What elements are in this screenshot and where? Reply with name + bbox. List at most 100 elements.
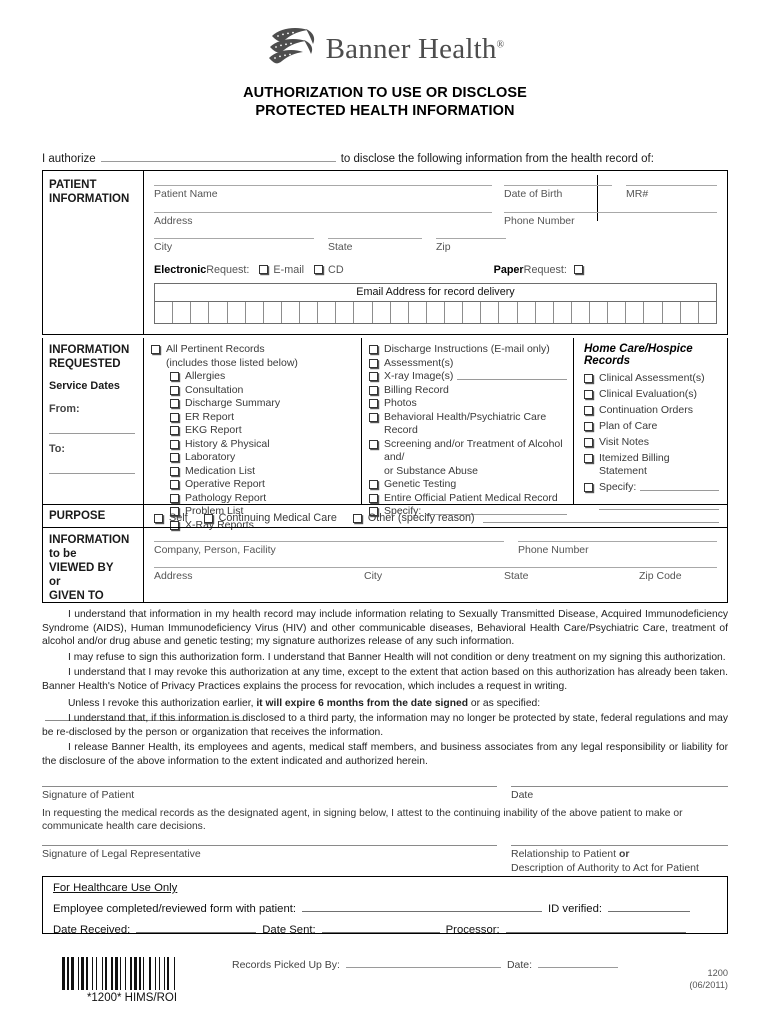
record-type-checkbox[interactable] — [170, 385, 179, 395]
email-grid-cell[interactable] — [463, 301, 482, 323]
home-care-record-item[interactable]: Continuation Orders — [584, 404, 719, 417]
record-type-item[interactable]: Behavioral Health/Psychiatric Care Recor… — [369, 411, 567, 438]
home-care-record-checkbox[interactable] — [584, 374, 593, 383]
email-grid-cell[interactable] — [681, 301, 699, 323]
record-type-item[interactable]: Discharge Summary — [170, 397, 357, 411]
email-grid-cell[interactable] — [626, 301, 645, 323]
email-grid-cell[interactable] — [155, 301, 174, 323]
email-grid-cell[interactable] — [518, 301, 536, 323]
phone-number-input[interactable] — [504, 211, 717, 213]
company-input[interactable] — [154, 541, 504, 542]
purpose-other-input[interactable] — [482, 513, 719, 523]
record-type-checkbox[interactable] — [170, 439, 179, 449]
home-care-record-checkbox[interactable] — [584, 454, 593, 464]
record-type-item[interactable]: Assessment(s) — [369, 357, 567, 371]
record-type-checkbox[interactable] — [170, 399, 179, 409]
email-checkbox[interactable] — [259, 265, 269, 275]
email-grid-cell[interactable] — [191, 301, 210, 323]
home-care-record-checkbox[interactable] — [584, 422, 593, 432]
record-type-checkbox[interactable] — [369, 345, 378, 354]
purpose-self-checkbox[interactable] — [154, 513, 163, 523]
employee-review-input[interactable] — [302, 900, 542, 912]
record-type-checkbox[interactable] — [369, 372, 378, 382]
mr-number-input[interactable] — [626, 185, 717, 186]
date-received-input[interactable] — [136, 921, 257, 933]
record-type-item[interactable]: Operative Report — [170, 478, 357, 492]
email-grid-cell[interactable] — [663, 301, 681, 323]
record-type-item[interactable]: Genetic Testing — [369, 478, 567, 492]
home-care-record-checkbox[interactable] — [584, 438, 593, 448]
address-input[interactable] — [154, 211, 492, 213]
record-type-item[interactable]: Entire Official Patient Medical Record — [369, 492, 567, 506]
paper-checkbox[interactable] — [573, 265, 583, 275]
email-grid-cell[interactable] — [481, 301, 500, 323]
home-care-record-item[interactable]: Clinical Evaluation(s) — [584, 388, 719, 401]
record-type-checkbox[interactable] — [170, 480, 179, 490]
purpose-continuing-care-checkbox[interactable] — [203, 513, 213, 523]
all-pertinent-records-checkbox[interactable] — [151, 345, 160, 354]
email-grid-cell[interactable] — [246, 301, 264, 323]
record-type-item[interactable]: Billing Record — [369, 384, 567, 398]
record-type-item[interactable]: X-ray Image(s) — [369, 370, 567, 384]
state-input[interactable] — [328, 238, 422, 240]
record-type-item[interactable]: Consultation — [170, 384, 357, 398]
record-type-checkbox[interactable] — [170, 453, 179, 463]
email-grid-cell[interactable] — [445, 301, 464, 323]
email-grid-cell[interactable] — [336, 301, 355, 323]
email-grid-cell[interactable] — [300, 301, 319, 323]
email-grid-cell[interactable] — [536, 301, 554, 323]
record-type-item[interactable]: Photos — [369, 397, 567, 411]
home-care-specify-input[interactable] — [640, 481, 719, 492]
home-care-specify-checkbox[interactable] — [584, 483, 593, 493]
record-type-checkbox[interactable] — [369, 385, 378, 395]
record-type-checkbox[interactable] — [170, 493, 179, 503]
record-type-checkbox[interactable] — [369, 399, 378, 409]
record-type-item[interactable]: Laboratory — [170, 451, 357, 465]
home-care-specify-item[interactable]: Specify: — [584, 481, 719, 494]
home-care-record-checkbox[interactable] — [584, 390, 593, 400]
record-type-item[interactable]: EKG Report — [170, 424, 357, 438]
all-pertinent-records-item[interactable]: All Pertinent Records — [151, 343, 357, 357]
email-grid-cell[interactable] — [427, 301, 445, 323]
record-type-checkbox[interactable] — [170, 426, 179, 436]
email-grid-cell[interactable] — [554, 301, 572, 323]
cd-checkbox[interactable] — [314, 265, 324, 275]
record-type-item[interactable]: Allergies — [170, 370, 357, 384]
alcohol-screening-checkbox[interactable] — [369, 439, 378, 449]
record-type-item[interactable]: ER Report — [170, 411, 357, 425]
viewed-by-phone-input[interactable] — [518, 541, 717, 542]
email-grid-cell[interactable] — [318, 301, 337, 323]
email-grid-cell[interactable] — [499, 301, 518, 323]
email-grid-cell[interactable] — [409, 301, 427, 323]
record-type-item[interactable]: Pathology Report — [170, 492, 357, 506]
email-grid-cell[interactable] — [590, 301, 609, 323]
record-type-checkbox[interactable] — [170, 372, 179, 382]
id-verified-input[interactable] — [608, 900, 690, 912]
home-care-record-item[interactable]: Plan of Care — [584, 420, 719, 433]
email-grid-cell[interactable] — [173, 301, 192, 323]
authorize-input-blank[interactable] — [100, 150, 336, 162]
email-grid-cell[interactable] — [282, 301, 300, 323]
home-care-record-item[interactable]: Visit Notes — [584, 436, 719, 449]
alcohol-screening-item[interactable]: Screening and/or Treatment of Alcohol an… — [369, 438, 567, 465]
email-grid-cell[interactable] — [209, 301, 228, 323]
email-grid-cells[interactable] — [155, 301, 716, 323]
email-grid-cell[interactable] — [354, 301, 373, 323]
viewed-by-address-input[interactable] — [154, 566, 717, 568]
purpose-other-checkbox[interactable] — [352, 513, 362, 523]
record-type-item[interactable]: History & Physical — [170, 438, 357, 452]
home-care-record-checkbox[interactable] — [584, 406, 593, 416]
email-grid-cell[interactable] — [264, 301, 282, 323]
patient-name-input[interactable] — [154, 185, 492, 186]
record-type-checkbox[interactable] — [170, 412, 179, 422]
record-type-checkbox[interactable] — [170, 466, 179, 476]
zip-input[interactable] — [436, 238, 506, 240]
email-grid-cell[interactable] — [608, 301, 627, 323]
from-date-input[interactable] — [49, 416, 135, 434]
date-of-birth-input[interactable] — [504, 185, 612, 186]
email-grid-cell[interactable] — [391, 301, 409, 323]
email-grid-cell[interactable] — [699, 302, 716, 323]
pickup-date-input[interactable] — [538, 957, 619, 968]
to-date-input[interactable] — [49, 456, 135, 475]
city-input[interactable] — [154, 238, 314, 240]
